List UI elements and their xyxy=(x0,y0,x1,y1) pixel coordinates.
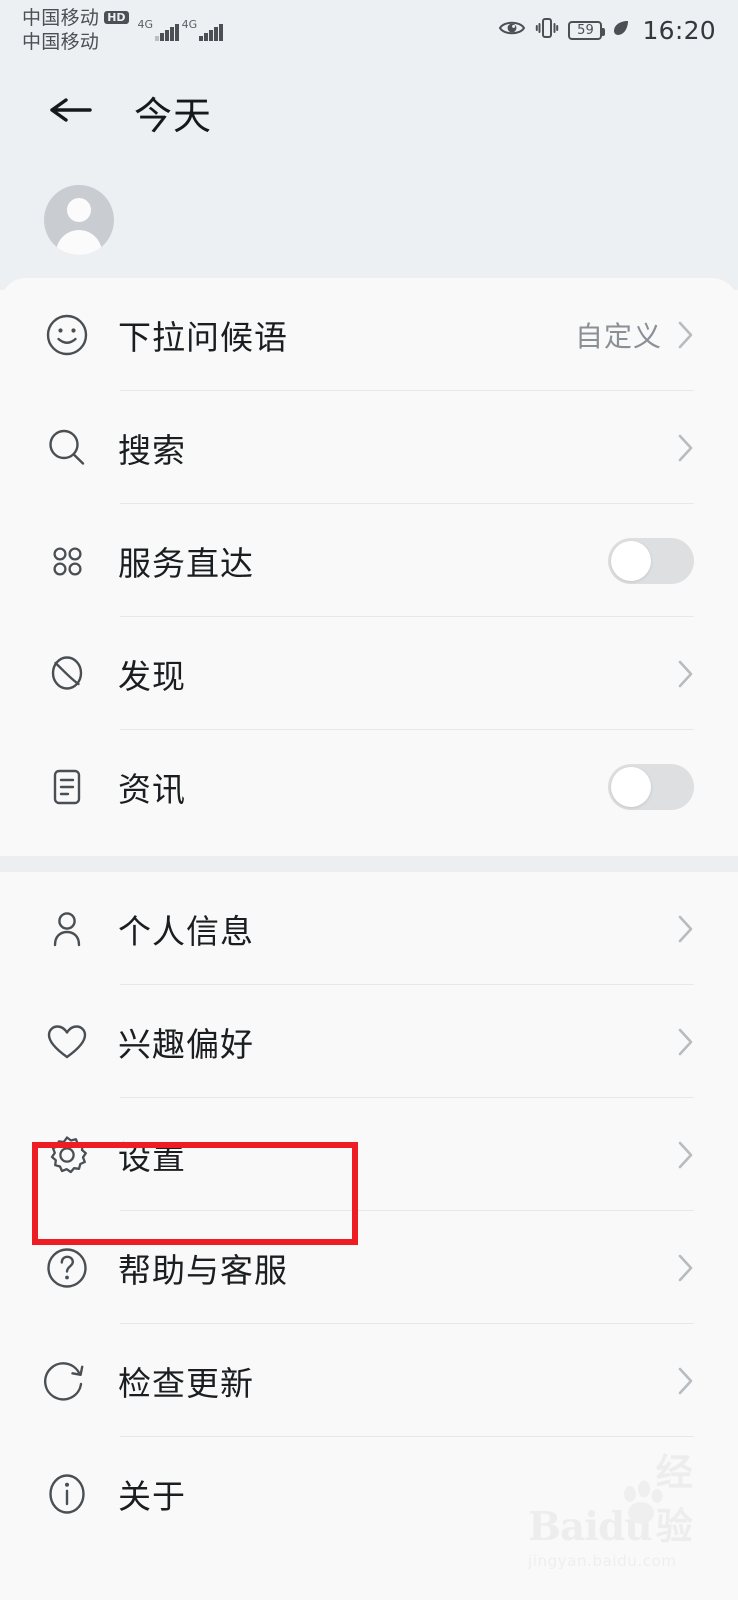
list-item-news[interactable]: 资讯 xyxy=(0,730,738,843)
list-item-label: 资讯 xyxy=(118,769,186,809)
signal-indicators: 4G 4G xyxy=(138,19,223,41)
eye-comfort-icon xyxy=(498,18,526,42)
list-item-label: 发现 xyxy=(118,656,186,696)
chevron-right-icon xyxy=(678,1141,694,1169)
question-mark-icon xyxy=(44,1245,96,1291)
vibrate-icon xyxy=(535,16,559,44)
paw-print-icon xyxy=(614,1480,670,1530)
status-bar-clock: 16:20 xyxy=(642,15,716,45)
list-item-label: 搜索 xyxy=(118,430,186,470)
info-icon xyxy=(44,1471,96,1517)
smiley-face-icon xyxy=(44,312,96,358)
list-item-search[interactable]: 搜索 xyxy=(0,391,738,504)
list-item-label: 兴趣偏好 xyxy=(118,1024,254,1064)
network-type-label-2: 4G xyxy=(181,18,198,31)
avatar-body-shape xyxy=(56,230,102,255)
list-item-label: 下拉问候语 xyxy=(118,317,288,357)
arrow-left-icon[interactable] xyxy=(46,90,94,134)
list-item-label: 个人信息 xyxy=(118,911,254,951)
refresh-icon xyxy=(44,1358,96,1404)
list-item-label: 帮助与客服 xyxy=(118,1250,288,1290)
list-item-discover[interactable]: 发现 xyxy=(0,617,738,730)
toggle-service-direct[interactable] xyxy=(608,537,694,584)
leaf-power-saving-icon xyxy=(611,18,631,42)
list-item-label: 服务直达 xyxy=(118,543,254,583)
chevron-right-icon xyxy=(678,1367,694,1395)
list-item-interests[interactable]: 兴趣偏好 xyxy=(0,985,738,1098)
carrier-info: 中国移动 HD 中国移动 xyxy=(22,6,129,55)
toggle-knob xyxy=(611,540,651,581)
toggle-knob xyxy=(611,766,651,807)
carrier-name-primary: 中国移动 xyxy=(22,6,100,29)
signal-sim2: 4G xyxy=(182,19,223,41)
signal-bars-icon-1 xyxy=(155,24,179,41)
baidu-jingyan-watermark: Baidu 经验 jingyan.baidu.com xyxy=(528,1451,718,1584)
list-item-label: 设置 xyxy=(118,1137,186,1177)
hd-badge: HD xyxy=(104,11,129,25)
chevron-right-icon xyxy=(678,321,694,349)
heart-icon xyxy=(44,1019,96,1065)
discover-icon xyxy=(44,651,96,697)
list-item-greeting[interactable]: 下拉问候语 自定义 xyxy=(0,278,738,391)
list-item-personal-info[interactable]: 个人信息 xyxy=(0,872,738,985)
watermark-url: jingyan.baidu.com xyxy=(528,1552,677,1570)
signal-sim1: 4G xyxy=(138,19,179,41)
chevron-right-icon xyxy=(678,915,694,943)
gear-icon xyxy=(44,1132,96,1178)
list-item-value: 自定义 xyxy=(574,319,662,353)
search-icon xyxy=(44,425,96,471)
person-icon xyxy=(44,906,96,952)
list-item-label: 关于 xyxy=(118,1476,186,1516)
grid-dots-icon xyxy=(44,538,96,584)
news-document-icon xyxy=(44,764,96,810)
network-type-label-1: 4G xyxy=(137,18,154,31)
signal-bars-icon-2 xyxy=(199,24,223,41)
chevron-right-icon xyxy=(678,660,694,688)
battery-percent: 59 xyxy=(577,22,594,38)
battery-icon: 59 xyxy=(568,20,606,40)
toggle-news[interactable] xyxy=(608,763,694,810)
list-item-settings[interactable]: 设置 xyxy=(0,1098,738,1211)
phone-screen: 中国移动 HD 中国移动 4G 4G 59 16:20 今天 下拉问候语 自定义… xyxy=(0,0,738,1600)
list-item-service-direct[interactable]: 服务直达 xyxy=(0,504,738,617)
list-item-help-support[interactable]: 帮助与客服 xyxy=(0,1211,738,1324)
status-bar: 中国移动 HD 中国移动 4G 4G 59 16:20 xyxy=(0,0,738,60)
chevron-right-icon xyxy=(678,1254,694,1282)
navigation-bar: 今天 xyxy=(0,62,738,162)
avatar[interactable] xyxy=(44,185,114,255)
page-title: 今天 xyxy=(134,93,213,138)
settings-group-display: 下拉问候语 自定义 搜索 服务直达 发现 资讯 xyxy=(0,278,738,856)
status-bar-left: 中国移动 HD 中国移动 4G 4G xyxy=(22,6,223,55)
avatar-head-shape xyxy=(67,198,91,222)
chevron-right-icon xyxy=(678,1028,694,1056)
carrier-name-secondary: 中国移动 xyxy=(22,31,100,53)
list-item-label: 检查更新 xyxy=(118,1363,254,1403)
status-bar-right: 59 16:20 xyxy=(498,16,716,45)
header-area: 中国移动 HD 中国移动 4G 4G 59 16:20 今天 xyxy=(0,0,738,290)
chevron-right-icon xyxy=(678,434,694,462)
list-item-check-update[interactable]: 检查更新 xyxy=(0,1324,738,1437)
section-separator xyxy=(0,856,738,872)
